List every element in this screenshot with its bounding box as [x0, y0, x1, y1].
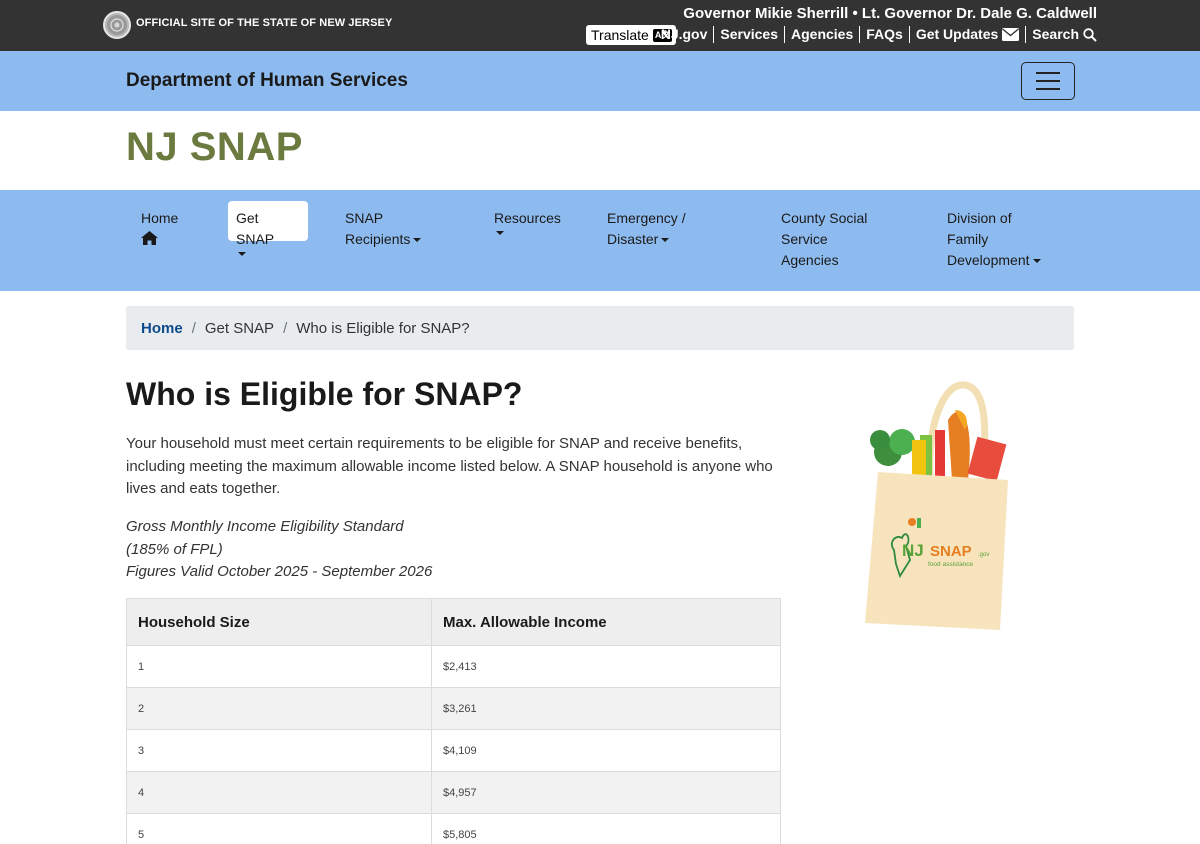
max-income-cell: $5,805	[431, 813, 781, 844]
menu-toggle-button[interactable]	[1021, 62, 1075, 100]
max-income-header: Max. Allowable Income	[431, 598, 781, 646]
nav-resources-label: Resources	[494, 210, 561, 226]
chevron-down-icon	[238, 252, 246, 256]
logo-snap-text: SNAP	[930, 543, 972, 560]
chevron-down-icon	[413, 238, 422, 243]
household-size-cell: 5	[126, 813, 432, 844]
get-updates-link[interactable]: Get Updates	[910, 26, 1027, 43]
standard-line3: Figures Valid October 2025 - September 2…	[126, 563, 433, 580]
envelope-icon	[1002, 28, 1020, 41]
income-table: Household Size Max. Allowable Income 1 $…	[126, 598, 781, 844]
breadcrumb-separator: /	[283, 319, 288, 337]
breadcrumb-current: Who is Eligible for SNAP?	[296, 319, 470, 337]
standard-line1: Gross Monthly Income Eligibility Standar…	[126, 518, 404, 535]
agencies-link[interactable]: Agencies	[785, 26, 861, 43]
main-nav: Home Get SNAP SNAP Recipients Resources …	[0, 190, 1200, 291]
nav-county-agencies[interactable]: County Social Service Agencies	[781, 208, 867, 271]
chevron-down-icon	[661, 238, 670, 243]
household-size-cell: 1	[126, 645, 432, 688]
services-link[interactable]: Services	[714, 26, 785, 43]
njgov-link[interactable]: NJ.gov	[655, 26, 715, 43]
household-size-header: Household Size	[126, 598, 432, 646]
nav-home[interactable]: Home	[141, 208, 178, 245]
chevron-down-icon	[496, 231, 504, 235]
nav-division-family-development[interactable]: Division of Family Development	[947, 208, 1041, 271]
nav-recipients-line1: SNAP	[345, 210, 384, 226]
department-title[interactable]: Department of Human Services	[126, 70, 408, 92]
breadcrumb-separator: /	[191, 319, 196, 337]
nav-home-label: Home	[141, 210, 179, 226]
department-bar: Department of Human Services	[0, 51, 1200, 111]
nav-emergency-line2: Disaster	[607, 231, 659, 247]
nav-dfd-line3: Development	[947, 252, 1030, 268]
logo-tagline-text: food assistance	[928, 561, 974, 568]
standard-line2: (185% of FPL)	[126, 540, 223, 558]
household-size-cell: 2	[126, 687, 432, 730]
chevron-down-icon	[1032, 259, 1041, 264]
household-size-cell: 4	[126, 771, 432, 814]
table-row: 1 $2,413	[126, 645, 781, 688]
nav-emergency-disaster[interactable]: Emergency / Disaster	[607, 208, 686, 250]
nav-dfd-line1: Division of	[947, 210, 1012, 226]
table-row: 5 $5,805	[126, 813, 781, 844]
nav-county-line3: Agencies	[781, 252, 839, 268]
nav-dfd-line2: Family	[947, 231, 989, 247]
table-header-row: Household Size Max. Allowable Income	[126, 598, 781, 646]
state-topbar: OFFICIAL SITE OF THE STATE OF NEW JERSEY…	[0, 0, 1200, 51]
search-link[interactable]: Search	[1026, 26, 1097, 43]
nav-county-line1: County Social	[781, 210, 868, 226]
income-standard-note: Gross Monthly Income Eligibility Standar…	[126, 516, 432, 584]
logo-nj-text: NJ	[902, 541, 924, 560]
max-income-cell: $2,413	[431, 645, 781, 688]
breadcrumb-home[interactable]: Home	[141, 320, 183, 337]
get-updates-label: Get Updates	[915, 26, 999, 42]
logo-gov-text: .gov	[978, 552, 989, 558]
nav-resources[interactable]: Resources	[494, 208, 561, 235]
search-label: Search	[1032, 26, 1079, 42]
page-title: Who is Eligible for SNAP?	[126, 376, 523, 412]
breadcrumb-get-snap[interactable]: Get SNAP	[205, 320, 274, 337]
household-size-cell: 3	[126, 729, 432, 772]
nav-emergency-line1: Emergency /	[607, 210, 686, 226]
nav-get-snap[interactable]: Get SNAP	[228, 201, 308, 256]
nav-recipients-line2: Recipients	[345, 231, 411, 247]
max-income-cell: $4,109	[431, 729, 781, 772]
table-row: 3 $4,109	[126, 729, 781, 772]
home-icon	[141, 231, 158, 245]
nav-get-snap-label: Get SNAP	[236, 210, 275, 247]
breadcrumb: Home / Get SNAP / Who is Eligible for SN…	[126, 306, 1074, 350]
hamburger-line	[1036, 88, 1060, 90]
hamburger-line	[1036, 80, 1060, 82]
grocery-bag-illustration: NJ SNAP .gov food assistance	[865, 381, 1008, 630]
nav-county-line2: Service	[781, 231, 828, 247]
faqs-link[interactable]: FAQs	[860, 26, 910, 43]
nav-snap-recipients[interactable]: SNAP Recipients	[345, 208, 422, 250]
table-row: 2 $3,261	[126, 687, 781, 730]
intro-paragraph: Your household must meet certain require…	[126, 435, 773, 497]
max-income-cell: $4,957	[431, 771, 781, 814]
max-income-cell: $3,261	[431, 687, 781, 730]
governor-line: Governor Mikie Sherrill • Lt. Governor D…	[683, 5, 1097, 22]
table-row: 4 $4,957	[126, 771, 781, 814]
site-title[interactable]: NJ SNAP	[126, 125, 303, 170]
hamburger-line	[1036, 72, 1060, 74]
search-icon	[1083, 27, 1097, 42]
nj-seal-icon[interactable]	[103, 11, 131, 39]
translate-label: Translate	[591, 27, 649, 43]
top-links: NJ.gov Services Agencies FAQs Get Update…	[655, 26, 1097, 43]
official-site-text: OFFICIAL SITE OF THE STATE OF NEW JERSEY	[136, 17, 393, 29]
